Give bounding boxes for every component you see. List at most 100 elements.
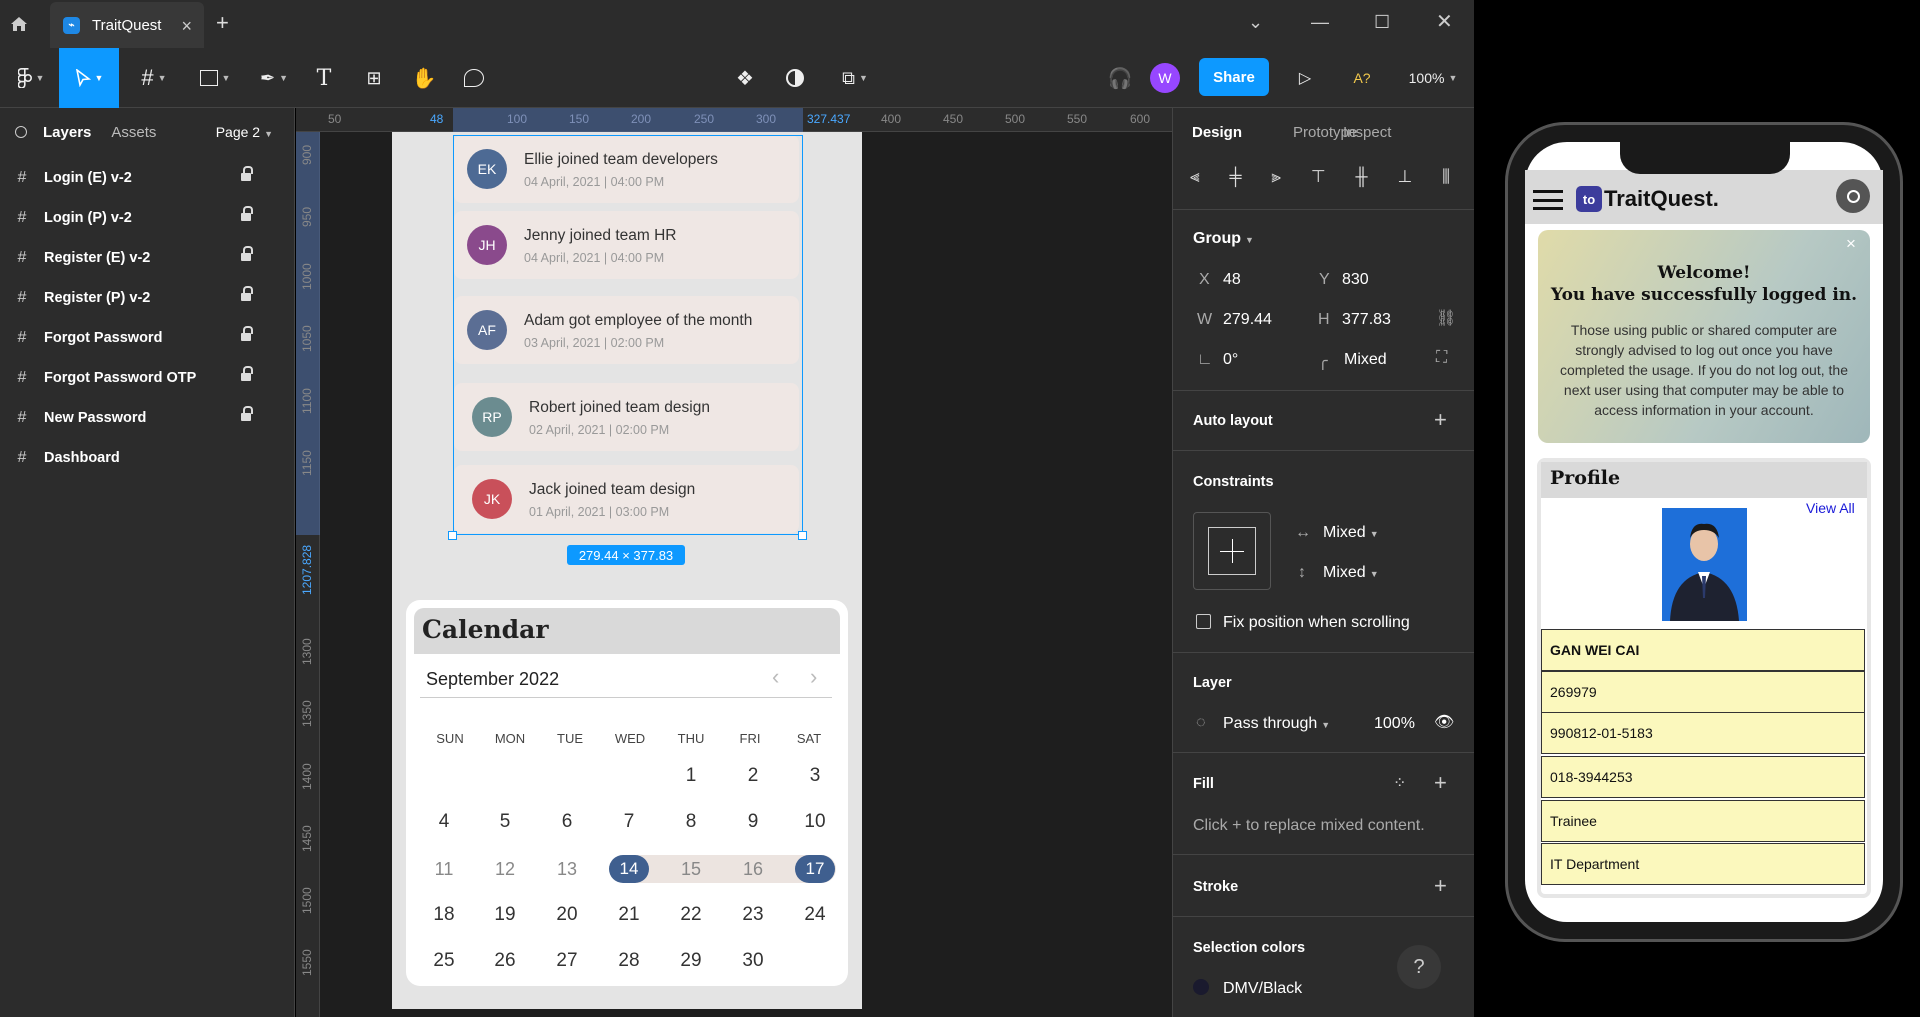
height-field[interactable]: 377.83 xyxy=(1342,311,1391,329)
eye-icon[interactable]: 👁 xyxy=(1434,712,1454,732)
x-field[interactable]: 48 xyxy=(1223,271,1241,289)
calendar-day[interactable]: 3 xyxy=(792,761,838,791)
shape-tool[interactable]: ▼ xyxy=(190,48,240,108)
lock-icon[interactable] xyxy=(241,206,253,221)
missing-fonts-button[interactable]: A? xyxy=(1350,48,1374,108)
text-tool[interactable]: T xyxy=(310,48,338,108)
frame-tool[interactable]: # ▼ xyxy=(132,48,176,108)
lock-icon[interactable] xyxy=(241,366,253,381)
calendar-day[interactable]: 20 xyxy=(544,900,590,930)
resize-handle[interactable] xyxy=(448,531,457,540)
zoom-dropdown[interactable]: 100% ▼ xyxy=(1405,48,1461,108)
calendar-day[interactable]: 24 xyxy=(792,900,838,930)
align-center-h-icon[interactable]: ╪ xyxy=(1229,167,1241,187)
calendar-day[interactable]: 1 xyxy=(668,761,714,791)
minimize-button[interactable]: — xyxy=(1311,12,1329,33)
comment-tool[interactable] xyxy=(460,48,488,108)
blend-mode-select[interactable]: Pass through ▼ xyxy=(1223,715,1330,733)
constraints-widget[interactable] xyxy=(1193,512,1271,590)
layer-item[interactable]: # Forgot Password xyxy=(0,318,295,358)
calendar-day[interactable]: 11 xyxy=(421,854,467,884)
calendar-day[interactable]: 12 xyxy=(482,854,528,884)
calendar-day[interactable]: 23 xyxy=(730,900,776,930)
search-button[interactable] xyxy=(1836,179,1870,213)
close-icon[interactable]: × xyxy=(1846,234,1856,254)
chevron-down-icon[interactable]: ⌄ xyxy=(1248,12,1263,33)
maximize-button[interactable]: ☐ xyxy=(1374,12,1390,33)
range-start-day[interactable]: 14 xyxy=(609,855,649,883)
vertical-constraint-select[interactable]: Mixed ▼ xyxy=(1323,564,1379,582)
calendar-day[interactable]: 2 xyxy=(730,761,776,791)
calendar-day[interactable]: 4 xyxy=(421,807,467,837)
calendar-day[interactable]: 5 xyxy=(482,807,528,837)
lock-icon[interactable] xyxy=(241,166,253,181)
calendar-day[interactable]: 28 xyxy=(606,946,652,976)
align-middle-icon[interactable]: ╫ xyxy=(1356,167,1368,187)
horizontal-constraint-select[interactable]: Mixed ▼ xyxy=(1323,524,1379,542)
layer-item[interactable]: # Login (P) v-2 xyxy=(0,198,295,238)
tab-assets[interactable]: Assets xyxy=(111,124,156,141)
lock-icon[interactable] xyxy=(241,286,253,301)
tab-inspect[interactable]: Inspect xyxy=(1343,124,1391,141)
mask-button[interactable] xyxy=(780,48,810,108)
add-fill-icon[interactable]: + xyxy=(1434,772,1447,794)
calendar-day[interactable]: 19 xyxy=(482,900,528,930)
rotation-field[interactable]: 0° xyxy=(1223,351,1238,369)
page-selector[interactable]: Page 2 ▼ xyxy=(216,124,273,140)
home-button[interactable] xyxy=(0,0,38,48)
calendar-day[interactable]: 22 xyxy=(668,900,714,930)
calendar-day[interactable]: 30 xyxy=(730,946,776,976)
share-button[interactable]: Share xyxy=(1199,58,1269,96)
y-field[interactable]: 830 xyxy=(1342,271,1369,289)
add-stroke-icon[interactable]: + xyxy=(1434,875,1447,897)
align-left-icon[interactable]: ⫷ xyxy=(1190,167,1200,187)
calendar-day[interactable]: 25 xyxy=(421,946,467,976)
independent-corners-icon[interactable]: ⛶ xyxy=(1436,349,1447,367)
layer-item[interactable]: # New Password xyxy=(0,398,295,438)
hamburger-menu-icon[interactable] xyxy=(1533,190,1563,210)
width-field[interactable]: 279.44 xyxy=(1223,311,1272,329)
range-end-day[interactable]: 17 xyxy=(795,855,835,883)
tab-layers[interactable]: Layers xyxy=(43,124,91,141)
color-swatch[interactable] xyxy=(1193,979,1209,995)
constrain-proportions-icon[interactable]: ⛓ xyxy=(1436,308,1456,328)
resize-handle[interactable] xyxy=(798,531,807,540)
search-icon[interactable] xyxy=(15,126,27,138)
calendar-day[interactable]: 18 xyxy=(421,900,467,930)
file-tab[interactable]: ⌁ TraitQuest × xyxy=(50,2,204,48)
layer-item[interactable]: # Register (P) v-2 xyxy=(0,278,295,318)
create-component-button[interactable]: ❖ xyxy=(730,48,760,108)
layer-item[interactable]: # Login (E) v-2 xyxy=(0,158,295,198)
present-button[interactable]: ▷ xyxy=(1290,48,1320,108)
chevron-left-icon[interactable]: ‹ xyxy=(772,664,779,690)
distribute-icon[interactable]: ⫼ xyxy=(1442,167,1450,187)
calendar-day[interactable]: 15 xyxy=(668,854,714,884)
corner-radius-field[interactable]: Mixed xyxy=(1344,351,1387,369)
chevron-right-icon[interactable]: › xyxy=(810,664,817,690)
group-label[interactable]: Group ▼ xyxy=(1193,230,1254,248)
lock-icon[interactable] xyxy=(241,246,253,261)
layer-item[interactable]: # Forgot Password OTP xyxy=(0,358,295,398)
close-tab-icon[interactable]: × xyxy=(181,16,192,37)
layer-item[interactable]: # Dashboard xyxy=(0,438,295,478)
calendar-day[interactable]: 9 xyxy=(730,807,776,837)
user-avatar[interactable]: W xyxy=(1150,63,1180,93)
hand-tool[interactable]: ✋ xyxy=(410,48,438,108)
align-right-icon[interactable]: ⫸ xyxy=(1271,167,1281,187)
selection-box[interactable] xyxy=(453,135,803,535)
main-menu-button[interactable]: ▼ xyxy=(8,48,54,108)
view-all-link[interactable]: View All xyxy=(1806,500,1855,516)
close-window-button[interactable]: ✕ xyxy=(1436,9,1453,34)
calendar-day[interactable]: 27 xyxy=(544,946,590,976)
audio-button[interactable]: 🎧 xyxy=(1105,48,1135,108)
style-grid-icon[interactable]: ⁘ xyxy=(1393,773,1406,793)
new-tab-button[interactable]: + xyxy=(216,10,229,36)
lock-icon[interactable] xyxy=(241,406,253,421)
move-tool[interactable]: ▼ xyxy=(59,48,119,108)
tab-design[interactable]: Design xyxy=(1192,124,1242,141)
calendar-day[interactable]: 26 xyxy=(482,946,528,976)
help-button[interactable]: ? xyxy=(1397,945,1441,989)
pen-tool[interactable]: ✒ ▼ xyxy=(250,48,298,108)
align-bottom-icon[interactable]: ⊥ xyxy=(1397,167,1412,187)
calendar-day[interactable]: 29 xyxy=(668,946,714,976)
